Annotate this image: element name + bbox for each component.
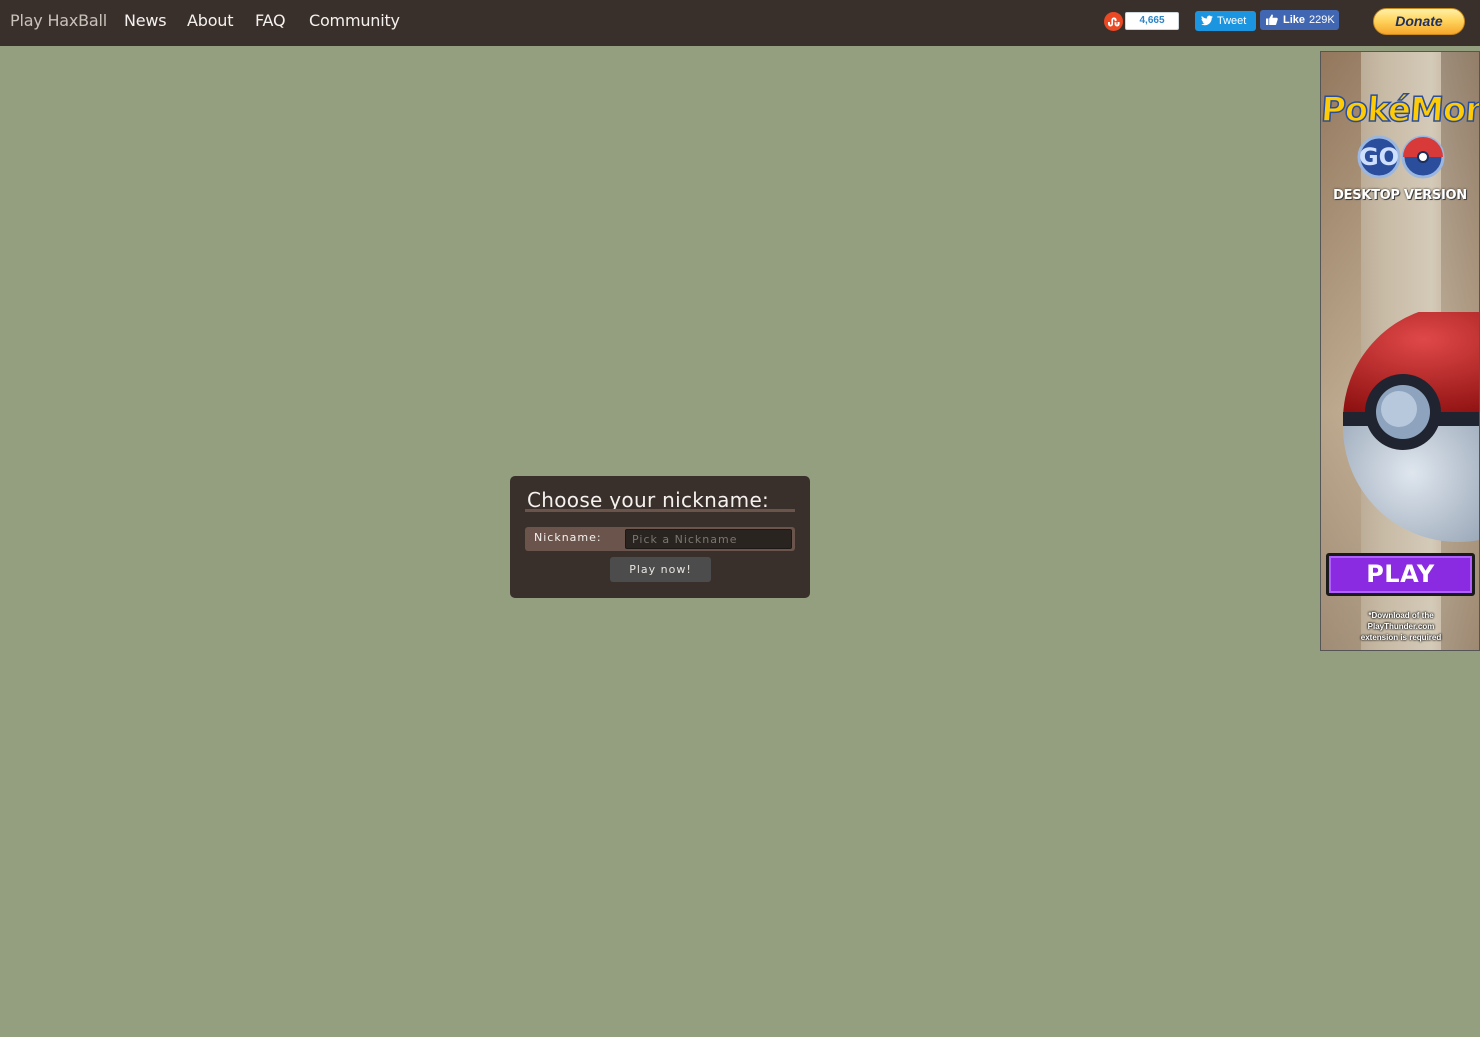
nav-news[interactable]: News	[124, 11, 167, 30]
ad-go-logo: GO	[1357, 135, 1445, 179]
nickname-input[interactable]	[625, 529, 792, 549]
pokemon-go-advertisement[interactable]: PokéMon GO DESKTOP VERSION PLAY *Downloa…	[1320, 51, 1480, 651]
tweet-label: Tweet	[1217, 15, 1247, 27]
ad-go-text: GO	[1359, 143, 1399, 171]
ad-disclaimer-line-1: *Download of the	[1368, 611, 1434, 620]
pokeball-image	[1343, 312, 1479, 542]
top-navigation-bar: Play HaxBall News About FAQ Community 4,…	[0, 0, 1480, 46]
stumbleupon-icon[interactable]	[1104, 12, 1123, 31]
ad-subtitle: DESKTOP VERSION	[1333, 188, 1467, 203]
nickname-row: Nickname:	[525, 527, 795, 551]
ad-play-button[interactable]: PLAY	[1326, 553, 1475, 596]
nickname-label: Nickname:	[534, 531, 602, 544]
tweet-button[interactable]: Tweet	[1195, 11, 1256, 31]
ad-disclaimer-line-2: PlayThunder.com	[1367, 622, 1435, 631]
nickname-dialog: Choose your nickname: Nickname: Play now…	[510, 476, 810, 598]
twitter-bird-icon	[1201, 15, 1213, 26]
ad-disclaimer-line-3: extension is required	[1360, 633, 1442, 642]
nav-about[interactable]: About	[187, 11, 234, 30]
nav-faq[interactable]: FAQ	[255, 11, 286, 30]
donate-button[interactable]: Donate	[1373, 8, 1465, 35]
nav-play-haxball[interactable]: Play HaxBall	[10, 11, 107, 30]
ad-pokemon-logo: PokéMon	[1320, 89, 1480, 131]
fb-like-count: 229K	[1309, 14, 1335, 26]
play-now-button[interactable]: Play now!	[610, 557, 711, 582]
stumbleupon-count: 4,665	[1125, 12, 1179, 30]
ad-disclaimer: *Download of the PlayThunder.com extensi…	[1341, 610, 1461, 643]
fb-like-label: Like	[1283, 14, 1306, 26]
thumbs-up-icon	[1266, 14, 1278, 25]
facebook-like-button[interactable]: Like 229K	[1260, 10, 1339, 30]
title-divider	[525, 509, 795, 512]
nav-community[interactable]: Community	[309, 11, 400, 30]
